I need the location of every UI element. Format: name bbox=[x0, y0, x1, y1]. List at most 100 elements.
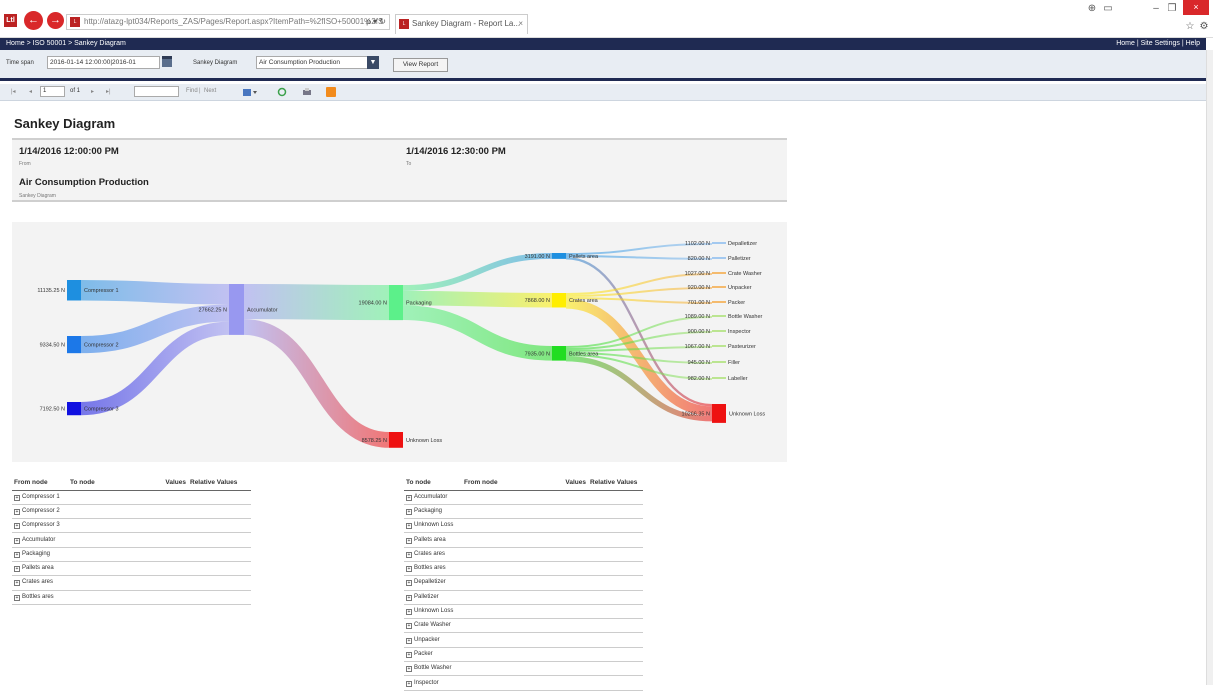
refresh-icon[interactable] bbox=[277, 87, 287, 97]
expand-icon[interactable]: + bbox=[406, 494, 412, 501]
find-next-button[interactable]: Next bbox=[204, 88, 216, 94]
node-cell[interactable]: + Compressor 3 bbox=[12, 518, 251, 534]
node-cell[interactable]: + Pallets area bbox=[404, 532, 643, 548]
table-row[interactable]: + Accumulator bbox=[12, 532, 251, 548]
table-row[interactable]: + Unknown Loss bbox=[404, 604, 643, 620]
table-row[interactable]: + Bottles ares bbox=[12, 590, 251, 605]
expand-icon[interactable]: + bbox=[406, 609, 412, 616]
sankey-node[interactable] bbox=[67, 336, 81, 354]
table-row[interactable]: + Unknown Loss bbox=[404, 518, 643, 534]
expand-icon[interactable]: + bbox=[14, 551, 20, 558]
table-row[interactable]: + Pallets area bbox=[12, 561, 251, 577]
address-bar[interactable]: L http://atazg-lpt034/Reports_ZAS/Pages/… bbox=[66, 14, 390, 30]
expand-icon[interactable]: + bbox=[406, 580, 412, 587]
node-cell[interactable]: + Crate Washer bbox=[404, 618, 643, 634]
table-row[interactable]: + Inspector bbox=[404, 675, 643, 691]
close-window-button[interactable]: × bbox=[1183, 0, 1209, 15]
node-cell[interactable]: + Bottle Washer bbox=[404, 661, 643, 677]
node-cell[interactable]: + Compressor 1 bbox=[12, 490, 251, 505]
table-row[interactable]: + Pallets area bbox=[404, 532, 643, 548]
sankey-node[interactable] bbox=[389, 285, 403, 321]
find-input[interactable] bbox=[134, 86, 179, 97]
expand-icon[interactable]: + bbox=[406, 680, 412, 687]
print-icon[interactable] bbox=[302, 87, 312, 97]
next-page-button[interactable]: ▸ bbox=[91, 88, 94, 95]
sankey-node[interactable] bbox=[67, 280, 81, 301]
sankey-node[interactable] bbox=[552, 293, 566, 308]
node-cell[interactable]: + Inspector bbox=[404, 675, 643, 691]
table-row[interactable]: + Accumulator bbox=[404, 490, 643, 505]
node-cell[interactable]: + Palletizer bbox=[404, 590, 643, 605]
table-row[interactable]: + Compressor 1 bbox=[12, 490, 251, 505]
node-cell[interactable]: + Unknown Loss bbox=[404, 518, 643, 534]
breadcrumb[interactable]: Home > ISO 50001 > Sankey Diagram bbox=[6, 38, 126, 50]
node-cell[interactable]: + Bottles ares bbox=[12, 590, 251, 605]
node-cell[interactable]: + Unknown Loss bbox=[404, 604, 643, 620]
forward-button[interactable]: → bbox=[47, 12, 64, 29]
timespan-input[interactable]: 2016-01-14 12:00:00|2016-01 bbox=[47, 56, 160, 69]
node-cell[interactable]: + Packaging bbox=[12, 547, 251, 562]
vertical-scrollbar[interactable] bbox=[1206, 50, 1213, 685]
reading-view-icon[interactable]: ▭ bbox=[1102, 2, 1114, 16]
export-icon[interactable] bbox=[242, 87, 258, 97]
sankey-node[interactable] bbox=[552, 346, 566, 361]
table-row[interactable]: + Crates ares bbox=[12, 575, 251, 591]
expand-icon[interactable]: + bbox=[406, 523, 412, 530]
node-cell[interactable]: + Pallets area bbox=[12, 561, 251, 577]
node-cell[interactable]: + Packaging bbox=[404, 504, 643, 520]
chevron-down-icon[interactable]: ▼ bbox=[367, 56, 379, 69]
expand-icon[interactable]: + bbox=[14, 508, 20, 515]
sankey-node[interactable] bbox=[229, 284, 244, 335]
back-button[interactable]: ← bbox=[24, 11, 43, 30]
atom-feed-icon[interactable] bbox=[326, 87, 336, 97]
expand-icon[interactable]: + bbox=[14, 523, 20, 530]
expand-icon[interactable]: + bbox=[14, 494, 20, 501]
node-cell[interactable]: + Compressor 2 bbox=[12, 504, 251, 520]
find-button[interactable]: Find bbox=[186, 88, 198, 94]
node-cell[interactable]: + Crates ares bbox=[12, 575, 251, 591]
address-controls-icon[interactable]: ρ ▾ ↻ bbox=[366, 15, 386, 29]
table-row[interactable]: + Palletizer bbox=[404, 590, 643, 605]
expand-icon[interactable]: + bbox=[14, 594, 20, 601]
sankey-node[interactable] bbox=[389, 432, 403, 448]
table-row[interactable]: + Unpacker bbox=[404, 632, 643, 648]
settings-gear-icon[interactable]: ⚙ bbox=[1198, 20, 1210, 34]
expand-icon[interactable]: + bbox=[406, 566, 412, 573]
node-cell[interactable]: + Unpacker bbox=[404, 632, 643, 648]
expand-icon[interactable]: + bbox=[14, 580, 20, 587]
page-number-input[interactable]: 1 bbox=[40, 86, 65, 97]
last-page-button[interactable]: ▸| bbox=[106, 88, 111, 95]
calendar-icon[interactable] bbox=[162, 56, 172, 67]
node-cell[interactable]: + Accumulator bbox=[12, 532, 251, 548]
sankey-node[interactable] bbox=[712, 404, 726, 423]
expand-icon[interactable]: + bbox=[406, 623, 412, 630]
sankey-node[interactable] bbox=[552, 253, 566, 259]
node-cell[interactable]: + Accumulator bbox=[404, 490, 643, 505]
expand-icon[interactable]: + bbox=[406, 666, 412, 673]
expand-icon[interactable]: + bbox=[14, 566, 20, 573]
expand-icon[interactable]: + bbox=[406, 551, 412, 558]
expand-icon[interactable]: + bbox=[14, 537, 20, 544]
sankey-diagram-select[interactable]: Air Consumption Production bbox=[256, 56, 368, 69]
first-page-button[interactable]: |◂ bbox=[11, 88, 16, 95]
table-row[interactable]: + Crate Washer bbox=[404, 618, 643, 634]
expand-icon[interactable]: + bbox=[406, 594, 412, 601]
previous-page-button[interactable]: ◂ bbox=[29, 88, 32, 95]
table-row[interactable]: + Bottle Washer bbox=[404, 661, 643, 677]
view-report-button[interactable]: View Report bbox=[393, 58, 448, 72]
node-cell[interactable]: + Packer bbox=[404, 647, 643, 663]
favorites-star-icon[interactable]: ☆ bbox=[1184, 20, 1196, 34]
tracking-icon[interactable]: ⊕ bbox=[1087, 2, 1097, 16]
node-cell[interactable]: + Crates ares bbox=[404, 547, 643, 562]
node-cell[interactable]: + Depalletizer bbox=[404, 575, 643, 591]
expand-icon[interactable]: + bbox=[406, 537, 412, 544]
table-row[interactable]: + Depalletizer bbox=[404, 575, 643, 591]
expand-icon[interactable]: + bbox=[406, 651, 412, 658]
table-row[interactable]: + Compressor 2 bbox=[12, 504, 251, 520]
table-row[interactable]: + Compressor 3 bbox=[12, 518, 251, 534]
expand-icon[interactable]: + bbox=[406, 508, 412, 515]
minimize-button[interactable]: – bbox=[1150, 2, 1162, 16]
table-row[interactable]: + Packer bbox=[404, 647, 643, 663]
node-cell[interactable]: + Bottles ares bbox=[404, 561, 643, 577]
table-row[interactable]: + Packaging bbox=[12, 547, 251, 562]
